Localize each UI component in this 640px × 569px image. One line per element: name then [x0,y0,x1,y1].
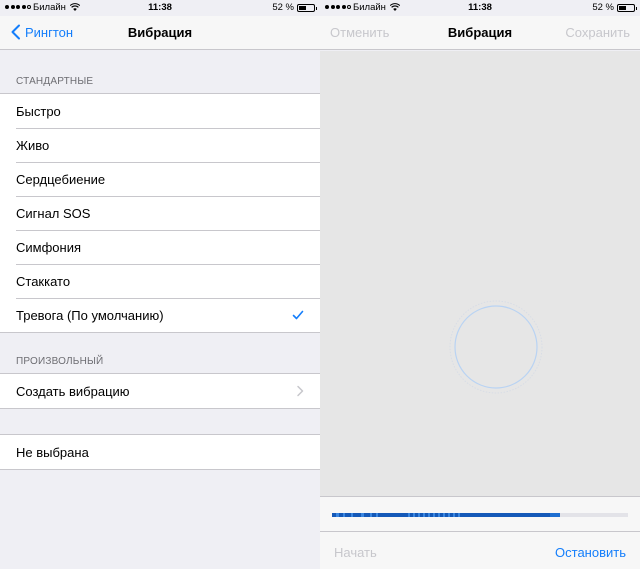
none-option-list: Не выбрана [0,434,320,470]
page-title: Вибрация [127,25,193,40]
list-item-label: Сигнал SOS [16,205,91,221]
recording-controls: Начать Остановить [320,496,640,569]
list-item-label: Симфония [16,239,81,255]
section-header-standard: СТАНДАРТНЫЕ [16,76,94,87]
create-vibration-item[interactable]: Создать вибрацию [0,374,320,408]
status-bar: Билайн 11:38 52 % [320,0,640,16]
navigation-bar: Отменить Вибрация Сохранить [320,16,640,50]
list-item[interactable]: Сердцебиение [0,162,320,196]
list-item-label: Стаккато [16,273,71,289]
list-item[interactable]: Стаккато [0,264,320,298]
vibration-tap-area[interactable] [320,51,640,496]
list-item-label: Не выбрана [16,444,89,460]
battery-icon [297,4,317,12]
list-item-label: Быстро [16,103,61,119]
list-item-label: Сердцебиение [16,171,106,187]
list-item-label: Создать вибрацию [16,383,130,399]
none-vibration-item[interactable]: Не выбрана [0,435,320,469]
start-button[interactable]: Начать [334,545,377,560]
status-bar: Билайн 11:38 52 % [0,0,320,16]
battery-percent: 52 % [592,2,614,13]
recording-progress-bar [332,513,628,517]
section-header-custom: ПРОИЗВОЛЬНЫЙ [16,356,104,367]
battery-icon [617,4,637,12]
standard-vibrations-list: Быстро Живо Сердцебиение Сигнал SOS Симф… [0,93,320,333]
chevron-right-icon [297,385,304,397]
list-item[interactable]: Сигнал SOS [0,196,320,230]
stop-button[interactable]: Остановить [555,545,626,560]
vibration-list-screen: Билайн 11:38 52 % Рингтон Вибрация СТАНД… [0,0,320,569]
list-item[interactable]: Быстро [0,94,320,128]
save-button[interactable]: Сохранить [565,25,630,40]
battery-percent: 52 % [272,2,294,13]
list-item-selected[interactable]: Тревога (По умолчанию) [0,298,320,332]
list-item-label: Живо [16,137,50,153]
navigation-bar: Рингтон Вибрация [0,16,320,50]
list-item[interactable]: Симфония [0,230,320,264]
touch-indicator-icon [449,300,543,394]
custom-vibrations-list: Создать вибрацию [0,373,320,409]
list-item[interactable]: Живо [0,128,320,162]
vibration-recording-screen: Билайн 11:38 52 % Отменить Вибрация Сохр… [320,0,640,569]
list-item-label: Тревога (По умолчанию) [16,307,164,323]
checkmark-icon [292,310,304,320]
